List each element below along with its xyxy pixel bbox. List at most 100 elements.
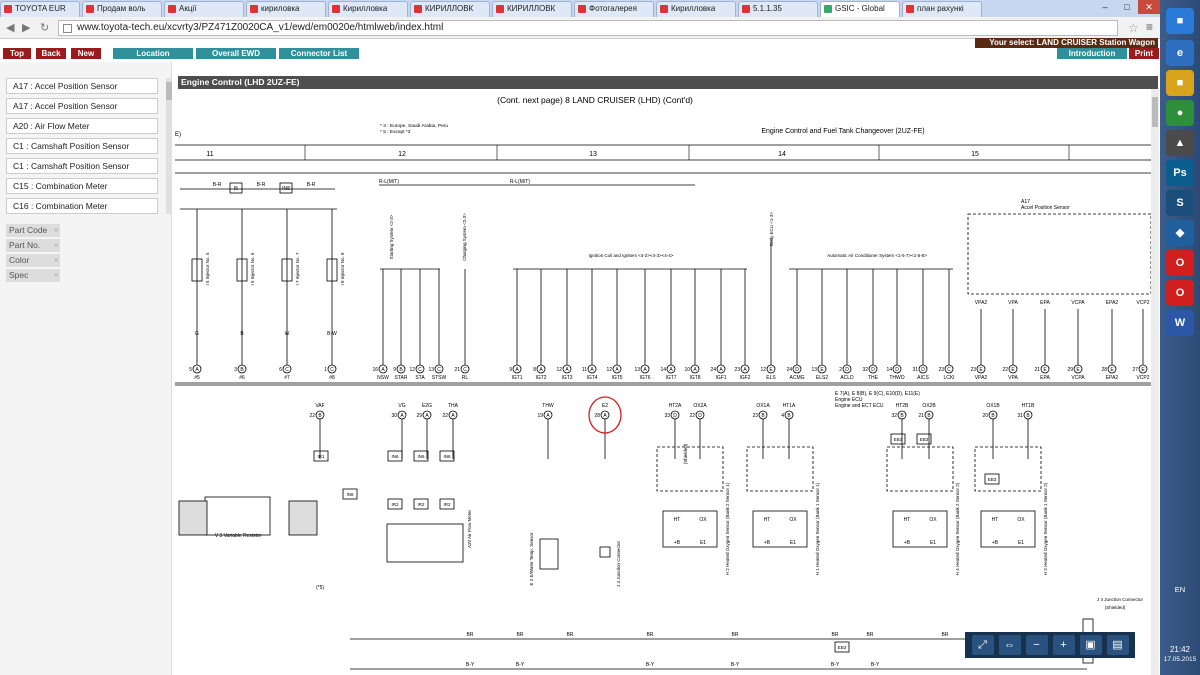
ecu-pin-name: OX1B bbox=[986, 403, 1000, 409]
pin-number: 12 bbox=[409, 367, 415, 373]
system-label: Charging System <2-3> bbox=[462, 213, 467, 261]
folder-icon[interactable]: ■ bbox=[1166, 70, 1194, 96]
pin-number: 22 bbox=[1002, 367, 1008, 373]
connector-list-button[interactable]: Connector List bbox=[279, 48, 359, 59]
wiring-diagram[interactable]: (Cont. next page) 8 LAND CRUISER (LHD) (… bbox=[175, 89, 1151, 675]
clock-time[interactable]: 21:42 bbox=[1160, 645, 1200, 654]
network-icon[interactable]: ◆ bbox=[1166, 220, 1194, 246]
zoom-out-icon[interactable]: − bbox=[1025, 635, 1048, 655]
pin-name: VPA bbox=[1008, 375, 1018, 381]
pin-name: #5 bbox=[194, 375, 200, 381]
pin-number: 32 bbox=[862, 367, 868, 373]
top-button[interactable]: Top bbox=[3, 48, 31, 59]
zoom-in-icon[interactable]: + bbox=[1052, 635, 1075, 655]
injector-label: I 5 Injector No. 5 bbox=[205, 252, 210, 286]
browser-tab[interactable]: план рахункі bbox=[902, 1, 982, 17]
browser-tab[interactable]: Кирилловка bbox=[656, 1, 736, 17]
property-label[interactable]: Spec bbox=[6, 269, 60, 282]
part-list-item[interactable]: A20 : Air Flow Meter bbox=[6, 118, 158, 134]
skype-icon[interactable]: S bbox=[1166, 190, 1194, 216]
print-button[interactable]: Print bbox=[1129, 48, 1159, 59]
browser-tab[interactable]: 5.1.1.35 bbox=[738, 1, 818, 17]
back-button[interactable]: Back bbox=[36, 48, 66, 59]
overall-ewd-button[interactable]: Overall EWD bbox=[196, 48, 276, 59]
part-list-item[interactable]: C1 : Camshaft Position Sensor bbox=[6, 158, 158, 174]
tab-favicon-icon bbox=[414, 5, 422, 13]
part-list-item[interactable]: C1 : Camshaft Position Sensor bbox=[6, 138, 158, 154]
browser-tab[interactable]: GSIC - Global bbox=[820, 1, 900, 17]
shield-label: (Shielded) bbox=[1105, 605, 1126, 610]
property-label[interactable]: Part Code bbox=[6, 224, 60, 237]
part-list-item[interactable]: C16 : Combination Meter bbox=[6, 198, 158, 214]
maximize-icon[interactable]: □ bbox=[1116, 0, 1138, 14]
reload-icon[interactable]: ↻ bbox=[40, 21, 49, 34]
save-icon[interactable]: ▣ bbox=[1079, 635, 1102, 655]
introduction-button[interactable]: Introduction bbox=[1057, 48, 1127, 59]
browser-tab[interactable]: Кирилловка bbox=[328, 1, 408, 17]
location-button[interactable]: Location bbox=[113, 48, 193, 59]
part-list-item[interactable]: A17 : Accel Position Sensor bbox=[6, 98, 158, 114]
sensor-pin-name: VCP2 bbox=[1136, 300, 1149, 306]
pin-number: 28 bbox=[1101, 367, 1107, 373]
url-bar[interactable]: www.toyota-tech.eu/xcvrty3/PZ471Z0020CA_… bbox=[58, 20, 1118, 36]
opera-icon[interactable]: O bbox=[1166, 250, 1194, 276]
close-icon[interactable]: ✕ bbox=[1138, 0, 1160, 14]
connector-label: IN6 bbox=[346, 492, 354, 497]
browser-tab[interactable]: Продам воль bbox=[82, 1, 162, 17]
back-arrow-icon[interactable]: ◀ bbox=[6, 21, 14, 34]
part-list-item[interactable]: A17 : Accel Position Sensor bbox=[6, 78, 158, 94]
game-icon[interactable]: ▲ bbox=[1166, 130, 1194, 156]
sensor-pin-name: HT bbox=[904, 517, 911, 523]
page-icon bbox=[63, 24, 72, 33]
pin-number: 1 bbox=[324, 367, 327, 373]
sensor-pin-name: EPA bbox=[1040, 300, 1050, 306]
pin-name: STSW bbox=[432, 375, 447, 381]
browser-tab[interactable]: КИРИЛЛОВК bbox=[410, 1, 490, 17]
wire-label: R-L(M/T) bbox=[379, 179, 399, 185]
bookmark-star-icon[interactable]: ☆ bbox=[1128, 21, 1139, 35]
language-indicator[interactable]: EN bbox=[1160, 585, 1200, 594]
diagram-scrollbar[interactable] bbox=[1151, 89, 1159, 675]
connector-label: EB3 bbox=[838, 645, 847, 650]
part-list-item[interactable]: C15 : Combination Meter bbox=[6, 178, 158, 194]
pin-name: IGF1 bbox=[715, 375, 726, 381]
pan-icon[interactable]: ⇔ bbox=[998, 635, 1021, 655]
property-label[interactable]: Part No. bbox=[6, 239, 60, 252]
menu-icon[interactable]: ≡ bbox=[1146, 20, 1153, 34]
photoshop-icon[interactable]: Ps bbox=[1166, 160, 1194, 186]
browser-tab[interactable]: КИРИЛЛОВК bbox=[492, 1, 572, 17]
browser-tab[interactable]: кириловка bbox=[246, 1, 326, 17]
fit-icon[interactable]: ⤢ bbox=[971, 635, 994, 655]
connector-label: IR1 bbox=[317, 454, 325, 459]
pin-name: IGT8 bbox=[689, 375, 700, 381]
pin-number: 32 bbox=[891, 413, 897, 419]
selection-banner: Your select: LAND CRUISER Station Wagon bbox=[975, 38, 1158, 48]
connector-letter: C bbox=[947, 367, 951, 373]
system-label: Starting System <2-3> bbox=[389, 214, 394, 259]
opera-icon-2[interactable]: O bbox=[1166, 280, 1194, 306]
wire-color-label: W bbox=[285, 331, 290, 337]
connector-label: IR2 bbox=[391, 502, 399, 507]
chrome-icon[interactable]: ● bbox=[1166, 100, 1194, 126]
ie-icon[interactable]: e bbox=[1166, 40, 1194, 66]
browser-tab[interactable]: Акції bbox=[164, 1, 244, 17]
part-list: A17 : Accel Position Sensor A17 : Accel P… bbox=[6, 78, 172, 214]
start-icon[interactable]: ■ bbox=[1166, 8, 1194, 34]
print-icon[interactable]: ▤ bbox=[1106, 635, 1129, 655]
pin-number: 23 bbox=[938, 367, 944, 373]
property-label[interactable]: Color bbox=[6, 254, 60, 267]
browser-tab[interactable]: TOYOTA EUR bbox=[0, 1, 80, 17]
pin-number: 23 bbox=[734, 367, 740, 373]
pin-name: STA bbox=[415, 375, 425, 381]
word-icon[interactable]: W bbox=[1166, 310, 1194, 336]
minimize-icon[interactable]: – bbox=[1094, 0, 1116, 14]
new-button[interactable]: New bbox=[71, 48, 101, 59]
connector-letter: C bbox=[463, 367, 467, 373]
connector-label: EB3 bbox=[894, 437, 903, 442]
forward-arrow-icon[interactable]: ▶ bbox=[22, 21, 30, 34]
shield-box bbox=[656, 446, 724, 492]
browser-tab[interactable]: Фотогалерея bbox=[574, 1, 654, 17]
injector-label: I 7 Injector No. 7 bbox=[295, 252, 300, 286]
wire-color-label: B-R bbox=[307, 182, 316, 188]
part-list-scrollbar[interactable] bbox=[166, 78, 172, 214]
